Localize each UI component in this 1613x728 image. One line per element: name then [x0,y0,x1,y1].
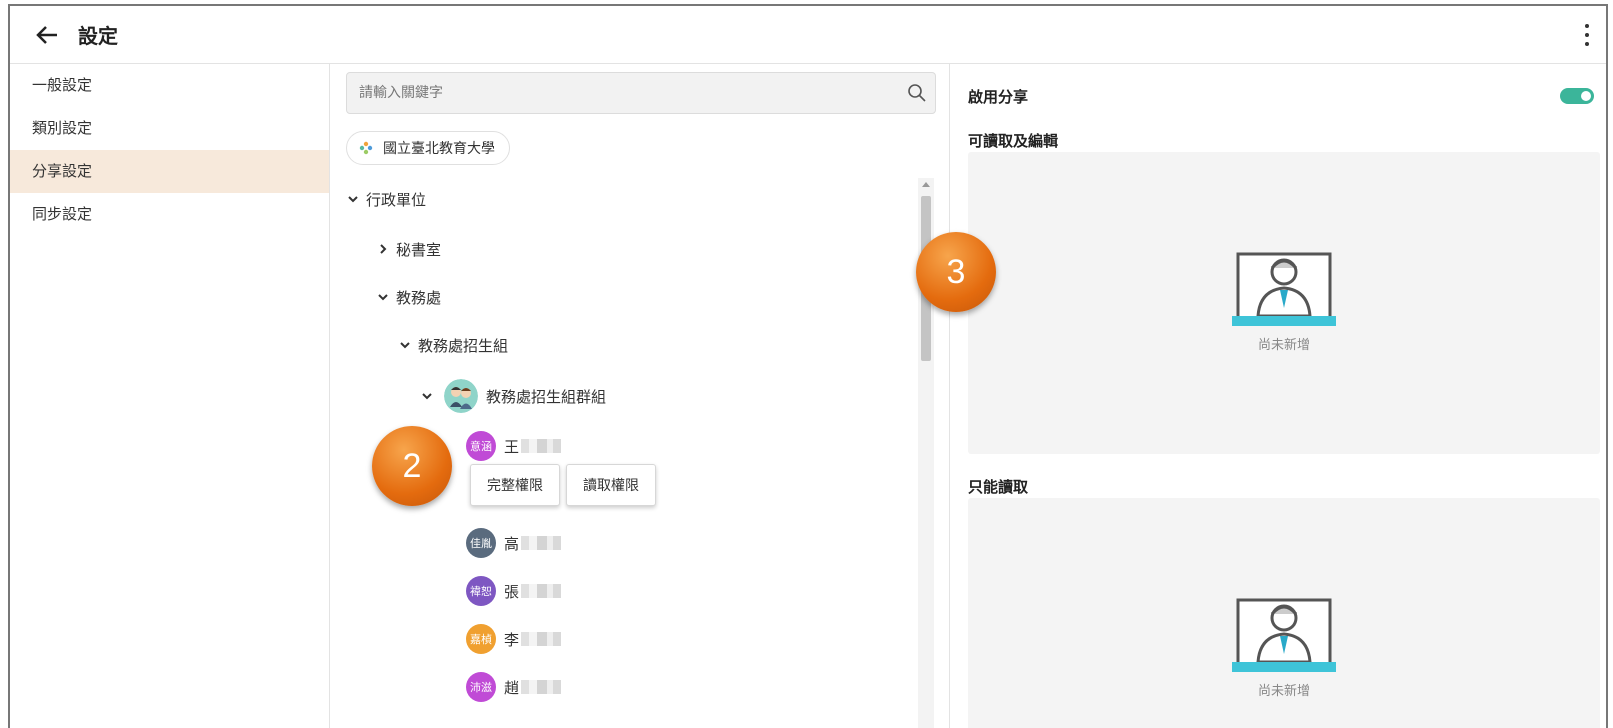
redacted-name [521,584,562,598]
member-item[interactable]: 意涵 王 [466,431,562,461]
tree-node-label: 秘書室 [396,240,442,259]
top-bar: 設定 [10,6,1606,64]
member-item[interactable]: 佳胤 高 [466,528,562,558]
tree-node-label: 教務處招生組群組 [486,387,607,406]
member-item[interactable]: 嘉楨 李 [466,624,562,654]
chevron-right-icon [380,244,387,254]
enable-sharing-toggle[interactable] [1560,88,1594,104]
read-only-dropzone[interactable]: 尚未新增 [968,498,1600,728]
group-avatar-icon [444,379,478,413]
empty-state-text: 尚未新增 [1257,684,1310,699]
sidebar-item-general[interactable]: 一般設定 [10,64,329,107]
member-selector-panel: 國立臺北教育大學 行政單位 秘書室 教務處 教務處招生組 [330,64,950,728]
tree-node-admissions[interactable]: 教務處招生組 [398,330,508,360]
read-only-label: 只能讀取 [968,478,1029,496]
redacted-name [521,632,562,646]
empty-user-icon [1232,598,1336,672]
permission-menu: 完整權限 讀取權限 [470,464,656,506]
back-arrow-icon[interactable] [34,22,60,48]
organization-logo-icon [359,141,373,155]
full-permission-button[interactable]: 完整權限 [470,464,560,506]
member-name: 李 [504,630,520,649]
member-item[interactable]: 沛滋 趙 [466,672,562,702]
member-name: 趙 [504,678,520,697]
callout-badge-2: 2 [372,426,452,506]
empty-user-icon [1232,252,1336,326]
tree-node-label: 行政單位 [366,190,427,209]
member-name: 王 [504,437,520,456]
more-options-icon[interactable] [1584,24,1590,46]
search-input[interactable] [347,73,887,113]
search-box [346,72,936,114]
read-edit-dropzone[interactable]: 尚未新增 [968,152,1600,454]
callout-badge-3: 3 [916,232,996,312]
scroll-up-icon[interactable] [922,182,930,187]
read-edit-label: 可讀取及編輯 [968,132,1059,150]
page-title: 設定 [78,24,118,48]
read-permission-button[interactable]: 讀取權限 [566,464,656,506]
empty-state: 尚未新增 [1232,250,1336,353]
avatar: 嘉楨 [466,624,496,654]
tree-node-label: 教務處 [396,288,442,307]
sidebar-item-sharing[interactable]: 分享設定 [10,150,329,193]
tree-node-admissions-group[interactable]: 教務處招生組群組 [420,378,606,414]
sidebar-item-category[interactable]: 類別設定 [10,107,329,150]
enable-sharing-label: 啟用分享 [968,88,1029,106]
avatar: 意涵 [466,431,496,461]
organization-chip[interactable]: 國立臺北教育大學 [346,131,510,165]
settings-window: 設定 一般設定 類別設定 分享設定 同步設定 國立臺北教育大學 行政單位 秘書室 [8,4,1608,728]
avatar: 褘恕 [466,576,496,606]
sharing-panel: 啟用分享 可讀取及編輯 尚未新增 只能讀取 尚未新增 [950,64,1606,728]
settings-sidebar: 一般設定 類別設定 分享設定 同步設定 [10,64,330,728]
empty-state: 尚未新增 [1232,596,1336,699]
chevron-down-icon [348,196,358,203]
tree-node-admin-units[interactable]: 行政單位 [346,184,426,214]
empty-state-text: 尚未新增 [1257,338,1310,353]
tree-node-secretary[interactable]: 秘書室 [376,234,441,264]
sidebar-item-sync[interactable]: 同步設定 [10,193,329,236]
avatar: 佳胤 [466,528,496,558]
tree-node-academic-affairs[interactable]: 教務處 [376,282,441,312]
redacted-name [521,680,562,694]
chevron-down-icon [378,294,388,301]
chevron-down-icon [422,393,432,400]
redacted-name [521,439,562,453]
avatar: 沛滋 [466,672,496,702]
search-icon[interactable] [907,83,927,103]
member-name: 張 [504,582,520,601]
organization-name: 國立臺北教育大學 [383,141,495,157]
tree-node-label: 教務處招生組 [418,336,509,355]
member-name: 高 [504,534,520,553]
chevron-down-icon [400,342,410,349]
redacted-name [521,536,562,550]
member-item[interactable]: 褘恕 張 [466,576,562,606]
